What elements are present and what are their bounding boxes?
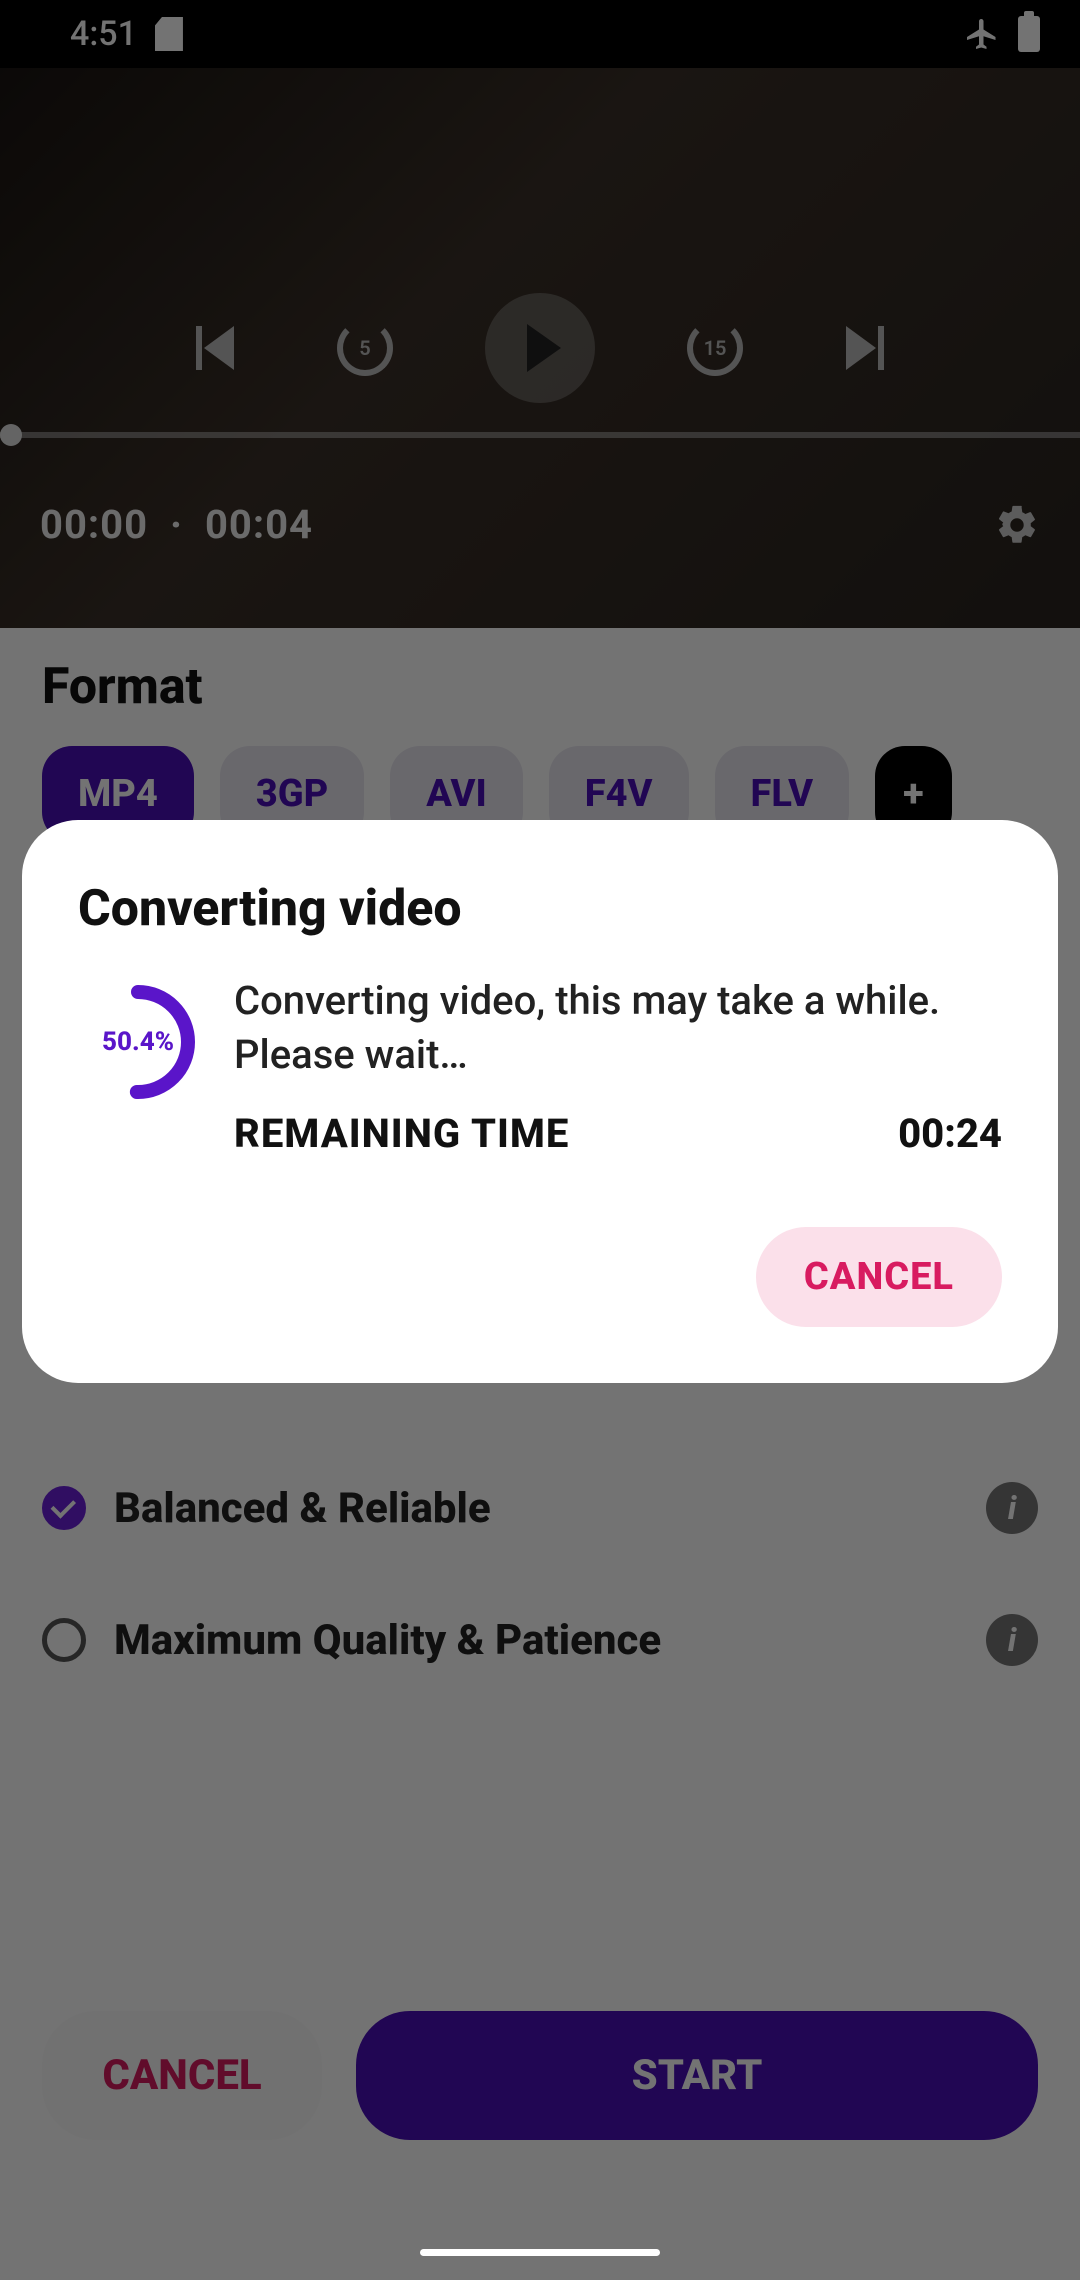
- converting-dialog: Converting video 50.4% Converting video,…: [22, 820, 1058, 1383]
- dialog-message: Converting video, this may take a while.…: [234, 974, 1002, 1082]
- dialog-actions: CANCEL: [78, 1227, 1002, 1327]
- nav-handle[interactable]: [420, 2249, 660, 2256]
- remaining-time-label: REMAINING TIME: [234, 1110, 569, 1157]
- remaining-time-row: REMAINING TIME 00:24: [234, 1110, 1002, 1157]
- dialog-text-column: Converting video, this may take a while.…: [234, 974, 1002, 1157]
- dialog-body: 50.4% Converting video, this may take a …: [78, 974, 1002, 1157]
- remaining-time-value: 00:24: [898, 1110, 1002, 1157]
- dialog-cancel-button[interactable]: CANCEL: [756, 1227, 1002, 1327]
- dialog-title: Converting video: [78, 880, 1002, 938]
- progress-spinner: 50.4%: [78, 982, 198, 1102]
